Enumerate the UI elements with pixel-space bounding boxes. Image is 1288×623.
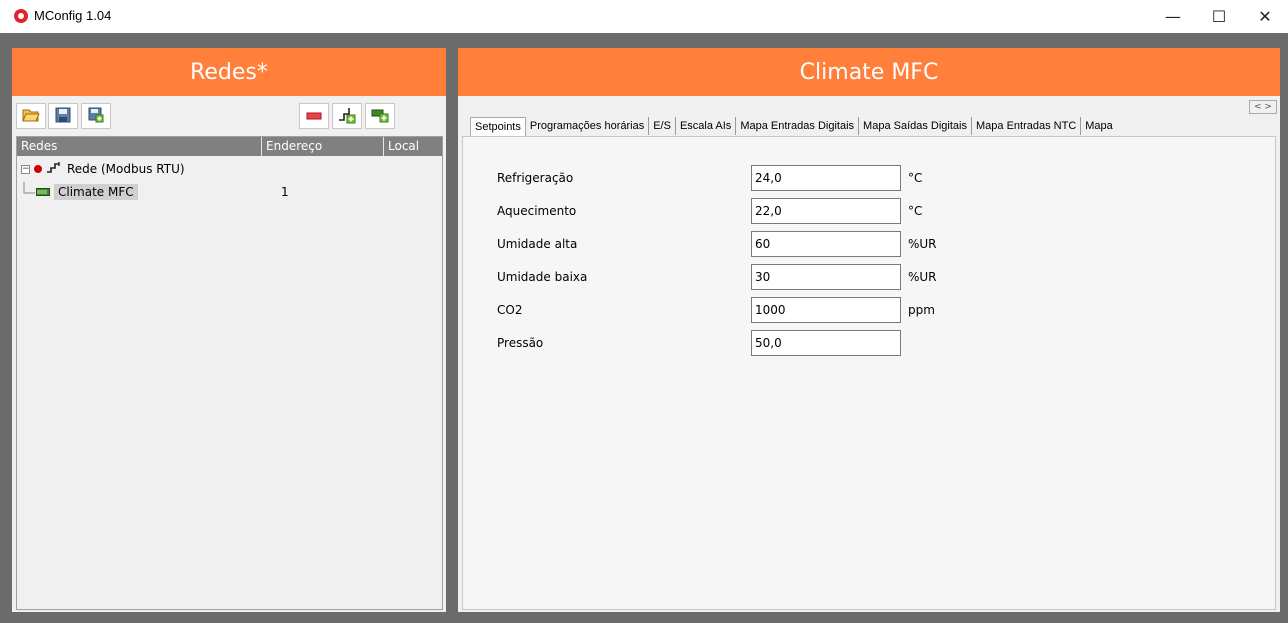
aquecimento-input[interactable]	[751, 198, 901, 224]
field-unit-refrigeracao: °C	[908, 171, 923, 185]
title-bar: MConfig 1.04 — ☐ ✕	[0, 0, 1288, 33]
save-icon	[55, 107, 71, 126]
networks-tree: Redes Endereço Local − Rede (Modbus RTU)…	[16, 136, 443, 610]
tree-header: Redes Endereço Local	[17, 137, 442, 156]
column-header-endereco[interactable]: Endereço	[262, 137, 384, 156]
networks-panel: Redes* Redes Endereço Local − Rede (Modb…	[12, 48, 446, 612]
network-label: Rede (Modbus RTU)	[67, 162, 185, 176]
save-as-icon	[88, 107, 104, 126]
add-device-icon	[371, 107, 389, 126]
networks-panel-title: Redes*	[12, 48, 446, 96]
device-panel-title: Climate MFC	[458, 48, 1280, 96]
tree-row-device[interactable]: Climate MFC	[21, 182, 138, 202]
maximize-button[interactable]: ☐	[1196, 0, 1242, 33]
field-unit-umidade-baixa: %UR	[908, 270, 937, 284]
co2-input[interactable]	[751, 297, 901, 323]
tree-connector-icon	[23, 182, 35, 194]
remove-icon	[306, 109, 322, 123]
network-icon	[46, 161, 62, 178]
field-label-umidade-baixa: Umidade baixa	[497, 270, 588, 284]
window-title: MConfig 1.04	[34, 8, 112, 23]
column-header-local[interactable]: Local	[384, 137, 442, 156]
field-label-co2: CO2	[497, 303, 523, 317]
tab-bar: Setpoints Programações horárias E/S Esca…	[470, 116, 1117, 136]
refrigeracao-input[interactable]	[751, 165, 901, 191]
minimize-button[interactable]: —	[1150, 0, 1196, 33]
device-icon	[36, 185, 50, 199]
add-network-button[interactable]	[332, 103, 362, 129]
app-logo-icon	[14, 9, 28, 23]
umidade-baixa-input[interactable]	[751, 264, 901, 290]
tab-mapa[interactable]: Mapa	[1081, 117, 1117, 135]
field-unit-umidade-alta: %UR	[908, 237, 937, 251]
umidade-alta-input[interactable]	[751, 231, 901, 257]
tab-mapa-saidas-digitais[interactable]: Mapa Saídas Digitais	[859, 117, 972, 135]
pressao-input[interactable]	[751, 330, 901, 356]
setpoints-tab-content: Refrigeração °C Aquecimento °C Umidade a…	[462, 136, 1276, 610]
device-panel: Climate MFC Setpoints Programações horár…	[458, 48, 1280, 612]
tab-scroll-arrows[interactable]: < >	[1249, 100, 1277, 114]
add-network-icon	[338, 106, 356, 127]
tab-programacoes-horarias[interactable]: Programações horárias	[526, 117, 650, 135]
add-device-button[interactable]	[365, 103, 395, 129]
open-folder-icon	[22, 107, 40, 126]
column-header-redes[interactable]: Redes	[17, 137, 262, 156]
tree-row-network[interactable]: − Rede (Modbus RTU)	[21, 159, 185, 179]
remove-button[interactable]	[299, 103, 329, 129]
device-address: 1	[281, 185, 289, 199]
tab-mapa-entradas-digitais[interactable]: Mapa Entradas Digitais	[736, 117, 860, 135]
field-label-umidade-alta: Umidade alta	[497, 237, 578, 251]
tab-escala-ais[interactable]: Escala AIs	[676, 117, 737, 135]
close-button[interactable]: ✕	[1242, 0, 1288, 33]
field-unit-aquecimento: °C	[908, 204, 923, 218]
device-label: Climate MFC	[54, 184, 138, 200]
tab-setpoints[interactable]: Setpoints	[470, 116, 526, 136]
field-label-refrigeracao: Refrigeração	[497, 171, 574, 185]
field-label-aquecimento: Aquecimento	[497, 204, 577, 218]
tab-es[interactable]: E/S	[649, 117, 676, 135]
save-as-button[interactable]	[81, 103, 111, 129]
tab-mapa-entradas-ntc[interactable]: Mapa Entradas NTC	[972, 117, 1082, 135]
save-button[interactable]	[48, 103, 78, 129]
field-unit-co2: ppm	[908, 303, 935, 317]
status-dot-icon	[34, 165, 42, 173]
field-label-pressao: Pressão	[497, 336, 544, 350]
collapse-icon[interactable]: −	[21, 164, 30, 174]
open-button[interactable]	[16, 103, 46, 129]
